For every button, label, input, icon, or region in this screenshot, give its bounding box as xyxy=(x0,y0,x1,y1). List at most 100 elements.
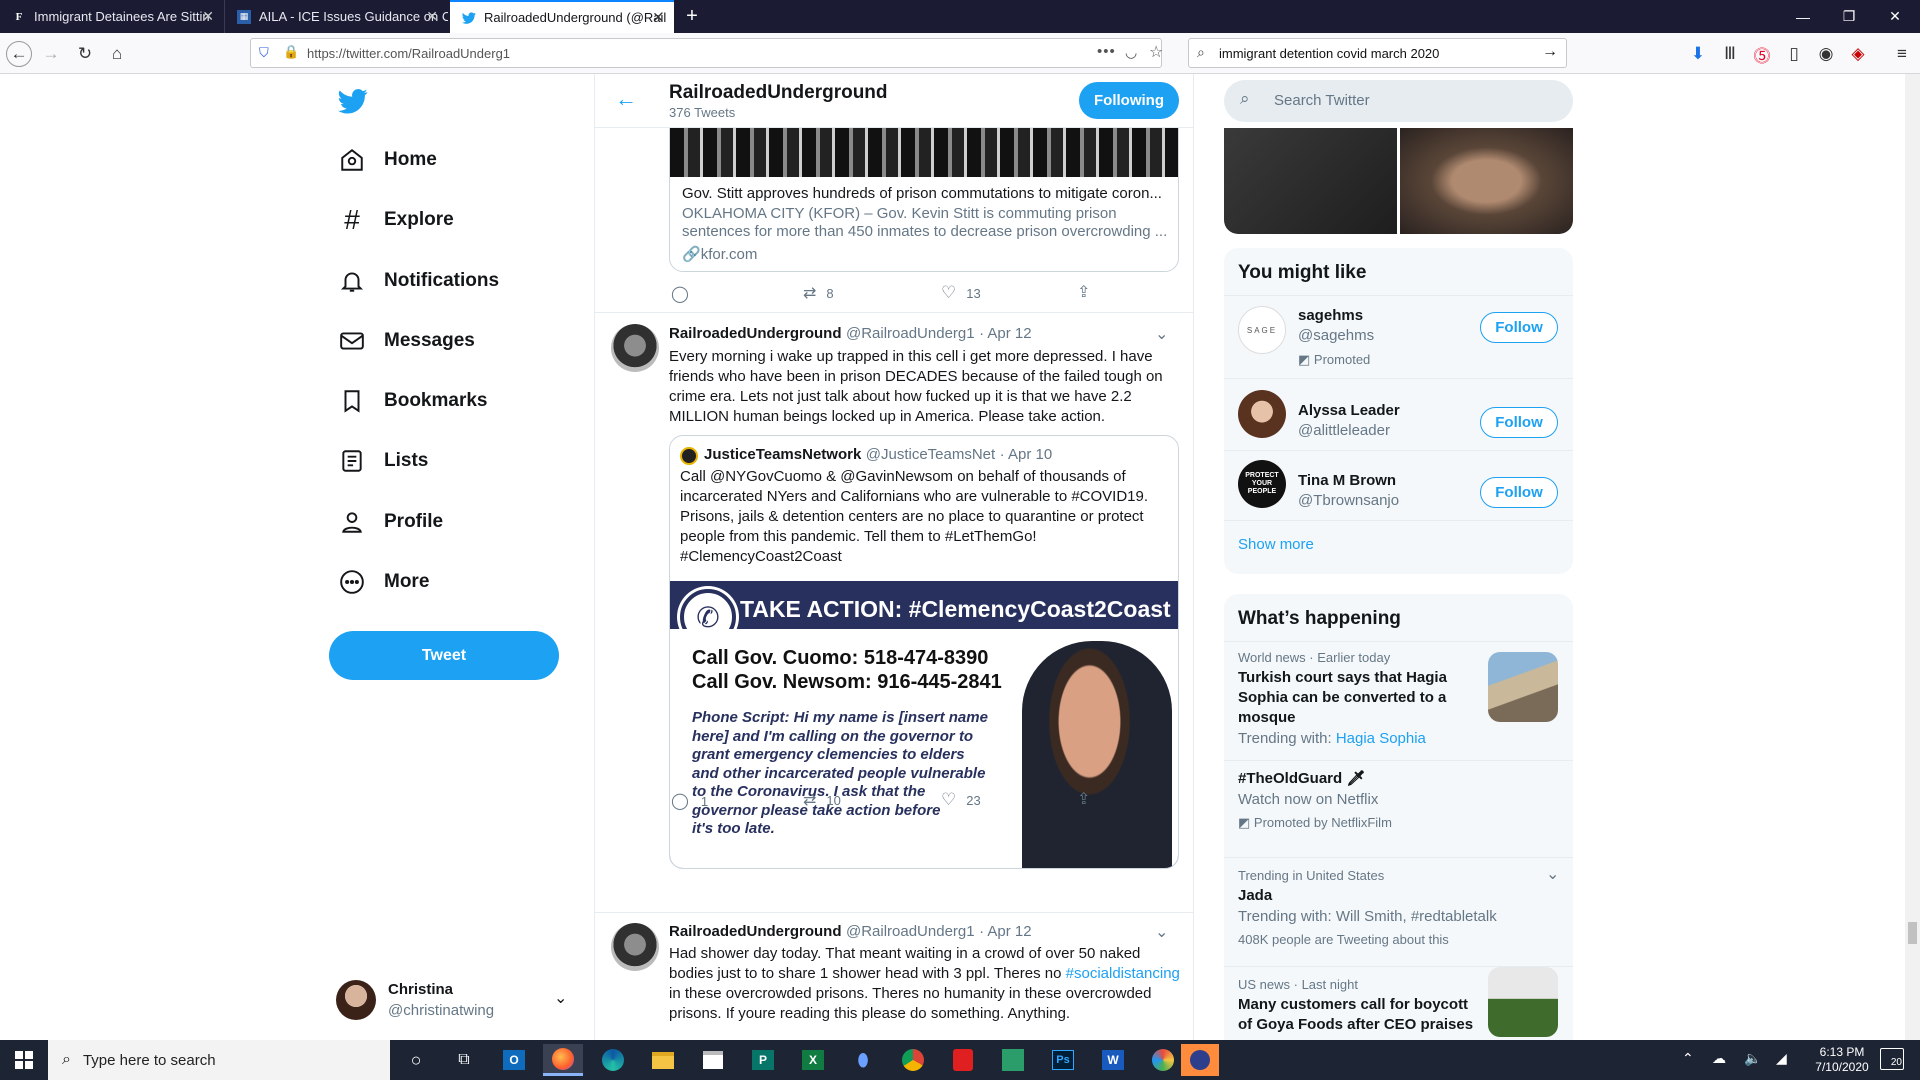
suggestion-handle[interactable]: @Tbrownsanjo xyxy=(1298,492,1399,509)
tray-chevron-icon[interactable]: ⌃ xyxy=(1682,1050,1694,1067)
trend-item[interactable]: Trending in United States ⌄ Jada Trendin… xyxy=(1224,858,1573,966)
suggestion-handle[interactable]: @alittleleader xyxy=(1298,422,1390,439)
retweet-action-1[interactable]: ⇄ 8 xyxy=(803,283,834,303)
tweet-avatar[interactable] xyxy=(611,324,659,372)
media-grid[interactable] xyxy=(1224,128,1573,234)
onedrive-icon[interactable]: ☁ xyxy=(1712,1050,1726,1067)
page-scrollbar[interactable] xyxy=(1905,74,1920,1040)
search-go-arrow-icon[interactable]: → xyxy=(1542,43,1558,61)
nav-lists[interactable]: Lists xyxy=(338,447,428,475)
minimize-icon[interactable]: — xyxy=(1780,0,1826,33)
media-thumb-2[interactable] xyxy=(1400,128,1573,234)
quote-tweet[interactable]: JusticeTeamsNetwork @JusticeTeamsNet · A… xyxy=(669,435,1179,869)
share-action-1[interactable]: ⇪ xyxy=(1077,282,1090,302)
reload-icon[interactable]: ↻ xyxy=(72,41,98,67)
media-thumb-1[interactable] xyxy=(1224,128,1397,234)
suggestion-name[interactable]: Tina M Brown xyxy=(1298,472,1396,489)
star-bookmark-icon[interactable]: ☆ xyxy=(1149,42,1163,62)
trend-item[interactable]: #TheOldGuard 🗡 Watch now on Netflix ◩ Pr… xyxy=(1224,761,1573,857)
network-icon[interactable]: ◢ xyxy=(1776,1050,1787,1067)
publisher-icon[interactable]: P xyxy=(743,1044,783,1076)
sidebar-toggle-icon[interactable]: ▯ xyxy=(1781,41,1807,67)
retweet-action-2[interactable]: ⇄ 10 xyxy=(803,790,841,810)
app-orange-icon[interactable] xyxy=(1181,1044,1219,1076)
back-arrow-icon[interactable]: ← xyxy=(6,41,32,67)
reply-action-2[interactable]: ◯ 1 xyxy=(671,791,708,811)
follow-button[interactable]: Follow xyxy=(1480,477,1558,508)
clock[interactable]: 6:13 PM 7/10/2020 xyxy=(1802,1045,1882,1075)
pinterest-icon[interactable]: ⓹ xyxy=(1749,41,1775,67)
shield-icon[interactable]: ⛉ xyxy=(259,45,269,61)
home-browser-icon[interactable]: ⌂ xyxy=(104,41,130,67)
new-tab-plus-icon[interactable]: + xyxy=(680,4,704,28)
suggestion-avatar[interactable] xyxy=(1238,390,1286,438)
search-placeholder[interactable]: Search Twitter xyxy=(1274,92,1370,109)
hashtag-link[interactable]: #socialdistancing xyxy=(1066,965,1180,982)
suggestion-avatar[interactable]: SAGE xyxy=(1238,306,1286,354)
scrollbar-thumb[interactable] xyxy=(1908,922,1917,944)
store-icon[interactable] xyxy=(693,1044,733,1076)
tweet-2-name[interactable]: RailroadedUnderground xyxy=(669,325,842,342)
volume-icon[interactable]: 🔈 xyxy=(1744,1050,1761,1067)
pocket-icon[interactable]: ◡ xyxy=(1125,44,1137,61)
quote-image[interactable]: ✆ TAKE ACTION: #ClemencyCoast2Coast Call… xyxy=(670,581,1178,868)
cortana-icon[interactable]: ○ xyxy=(396,1044,436,1076)
suggestion-name[interactable]: Alyssa Leader xyxy=(1298,402,1400,419)
taskbar-search-placeholder[interactable]: Type here to search xyxy=(83,1052,216,1069)
excel-icon[interactable]: X xyxy=(793,1044,833,1076)
action-center-icon[interactable]: 20 xyxy=(1880,1048,1904,1070)
restore-icon[interactable]: ❐ xyxy=(1826,0,1872,33)
nav-notifications[interactable]: Notifications xyxy=(338,267,499,295)
suggestion-handle[interactable]: @sagehms xyxy=(1298,327,1374,344)
tweet-2-date[interactable]: · Apr 12 xyxy=(979,325,1032,342)
tab-3-active[interactable]: RailroadedUnderground (@Rail ✕ xyxy=(450,0,674,33)
trend-item[interactable]: US news · Last night Many customers call… xyxy=(1224,967,1573,1040)
account-switcher[interactable]: Christina @christinatwing ⌄ xyxy=(336,975,576,1025)
trend-item[interactable]: World news · Earlier today Turkish court… xyxy=(1224,642,1573,760)
nav-home[interactable]: Home xyxy=(338,146,437,174)
nav-profile[interactable]: Profile xyxy=(338,508,443,536)
nav-messages[interactable]: Messages xyxy=(338,327,475,355)
tweet-3-handle[interactable]: @RailroadUnderg1 xyxy=(846,923,975,940)
follow-button[interactable]: Follow xyxy=(1480,407,1558,438)
nav-bookmarks[interactable]: Bookmarks xyxy=(338,387,488,415)
link-card[interactable]: Gov. Stitt approves hundreds of prison c… xyxy=(669,104,1179,272)
url-bar[interactable]: ⛉ 🔒 https://twitter.com/RailroadUnderg1 … xyxy=(250,38,1163,68)
suggestion-name[interactable]: sagehms xyxy=(1298,307,1363,324)
tab-2[interactable]: ▦ AILA - ICE Issues Guidance on C ✕ xyxy=(224,0,448,33)
menu-hamburger-icon[interactable]: ≡ xyxy=(1889,41,1915,67)
app-globe-icon[interactable] xyxy=(1143,1044,1183,1076)
downloads-icon[interactable]: ⬇ xyxy=(1685,41,1711,67)
trend-extra-link[interactable]: Hagia Sophia xyxy=(1336,730,1426,747)
word-icon[interactable]: W xyxy=(1093,1044,1133,1076)
tweet-2-caret-icon[interactable]: ⌄ xyxy=(1155,324,1168,344)
twitter-search[interactable]: ⌕ Search Twitter xyxy=(1224,80,1573,122)
app-green-icon[interactable] xyxy=(993,1044,1033,1076)
chevron-down-icon[interactable]: ⌄ xyxy=(554,988,567,1008)
file-explorer-icon[interactable] xyxy=(643,1044,683,1076)
edge-icon[interactable] xyxy=(593,1044,633,1076)
tab-3-close-icon[interactable]: ✕ xyxy=(652,9,664,26)
app-red-icon[interactable] xyxy=(943,1044,983,1076)
window-close-icon[interactable]: ✕ xyxy=(1872,0,1918,33)
windows-start-icon[interactable] xyxy=(2,1044,46,1076)
nav-more[interactable]: More xyxy=(338,568,429,596)
tab-1-close-icon[interactable]: ✕ xyxy=(202,8,214,25)
account-icon[interactable]: ◉ xyxy=(1813,41,1839,67)
outlook-icon[interactable]: O xyxy=(494,1044,534,1076)
reply-action-1[interactable]: ◯ xyxy=(671,284,689,304)
browser-search-value[interactable]: immigrant detention covid march 2020 xyxy=(1219,46,1439,61)
follow-button[interactable]: Follow xyxy=(1480,312,1558,343)
firefox-icon[interactable] xyxy=(543,1044,583,1076)
page-actions-icon[interactable]: ••• xyxy=(1097,43,1116,60)
library-icon[interactable]: Ⅲ xyxy=(1717,41,1743,67)
chrome-icon[interactable] xyxy=(893,1044,933,1076)
tab-2-close-icon[interactable]: ✕ xyxy=(426,8,438,25)
show-more-link[interactable]: Show more xyxy=(1238,536,1314,553)
forward-arrow-icon[interactable]: → xyxy=(38,41,64,67)
following-button[interactable]: Following xyxy=(1079,82,1179,119)
tweet-button[interactable]: Tweet xyxy=(329,631,559,680)
like-action-2[interactable]: ♡ 23 xyxy=(941,790,981,810)
trend-caret-icon[interactable]: ⌄ xyxy=(1546,864,1559,884)
share-action-2[interactable]: ⇪ xyxy=(1077,789,1090,809)
